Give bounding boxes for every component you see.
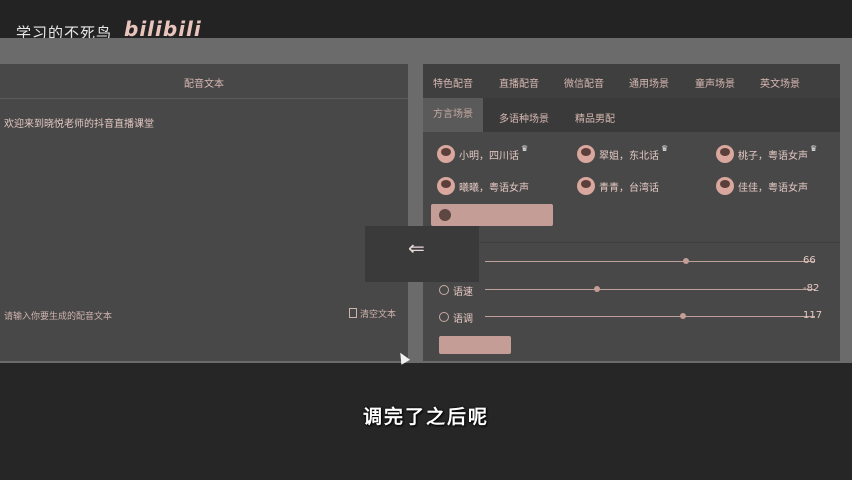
tab-child[interactable]: 童声场景 bbox=[695, 75, 735, 90]
voice-name: 小明，四川话 bbox=[459, 150, 519, 162]
pitch-slider-handle[interactable] bbox=[680, 313, 686, 319]
speed-slider-handle[interactable] bbox=[594, 286, 601, 292]
video-subtitle: 调完了之后呢 bbox=[362, 406, 489, 428]
subscene-tabs: 方言场景 多语种场景 精品男配 bbox=[423, 98, 840, 132]
avatar bbox=[439, 209, 451, 221]
tab-featured[interactable]: 特色配音 bbox=[433, 75, 473, 90]
crown-icon: ♛ bbox=[810, 143, 818, 153]
avatar bbox=[716, 177, 734, 195]
pitch-slider[interactable] bbox=[485, 316, 815, 317]
voice-option[interactable]: 曦曦，粤语女声 bbox=[437, 175, 529, 197]
arrow-left-icon[interactable]: ⇐ bbox=[408, 236, 425, 260]
tab-english[interactable]: 英文场景 bbox=[760, 75, 800, 90]
volume-slider-handle[interactable] bbox=[683, 258, 690, 264]
voice-settings-panel: 特色配音 直播配音 微信配音 通用场景 童声场景 英文场景 方言场景 多语种场景… bbox=[423, 64, 840, 361]
speed-slider[interactable] bbox=[485, 289, 815, 290]
crown-icon: ♛ bbox=[521, 143, 529, 153]
input-hint: 请输入你要生成的配音文本 bbox=[4, 312, 113, 322]
pitch-value: 117 bbox=[803, 310, 823, 321]
avatar bbox=[437, 145, 455, 163]
avatar bbox=[577, 145, 595, 163]
pitch-radio[interactable] bbox=[439, 312, 449, 322]
voice-option[interactable]: 桃子，粤语女声 ♛ bbox=[716, 143, 817, 165]
tab-multilingual[interactable]: 多语种场景 bbox=[499, 110, 549, 125]
panel-header: 配音文本 bbox=[0, 64, 408, 99]
tab-live[interactable]: 直播配音 bbox=[499, 75, 539, 90]
speed-value: -82 bbox=[803, 283, 820, 294]
pitch-label: 语调 bbox=[453, 314, 473, 325]
voice-option[interactable]: 青青，台湾话 bbox=[577, 175, 659, 197]
speed-slider-row: 语速 -82 bbox=[439, 282, 835, 298]
voice-name: 佳佳，粤语女声 bbox=[738, 182, 808, 194]
video-top-bar: 学习的不死鸟 bilibili bbox=[0, 0, 852, 42]
voice-option[interactable]: 小明，四川话 ♛ bbox=[437, 143, 528, 165]
speed-radio[interactable] bbox=[439, 285, 449, 295]
selected-voice-button[interactable] bbox=[431, 204, 553, 226]
pitch-slider-row: 语调 117 bbox=[439, 309, 835, 325]
voice-name: 翠姐，东北话 bbox=[599, 150, 659, 162]
voice-name: 桃子，粤语女声 bbox=[738, 150, 808, 162]
tab-wechat[interactable]: 微信配音 bbox=[564, 75, 604, 90]
tab-dialect[interactable]: 方言场景 bbox=[423, 98, 483, 132]
clear-text-button[interactable]: 清空文本 bbox=[348, 307, 396, 320]
volume-value: 66 bbox=[803, 255, 816, 266]
scene-tabs: 特色配音 直播配音 微信配音 通用场景 童声场景 英文场景 bbox=[423, 64, 840, 98]
avatar bbox=[437, 177, 455, 195]
speed-label: 语速 bbox=[453, 287, 473, 298]
volume-slider-row: 音量 66 bbox=[439, 254, 835, 270]
tab-premium-male[interactable]: 精品男配 bbox=[575, 110, 615, 125]
action-button[interactable] bbox=[439, 336, 511, 354]
dubbing-text-input[interactable]: 欢迎来到晓悦老师的抖音直播课堂 bbox=[4, 115, 154, 130]
voice-option[interactable]: 佳佳，粤语女声 bbox=[716, 175, 808, 197]
crown-icon: ♛ bbox=[661, 143, 669, 153]
voice-name: 青青，台湾话 bbox=[599, 182, 659, 194]
avatar bbox=[716, 145, 734, 163]
document-icon bbox=[348, 308, 357, 318]
voice-option[interactable]: 翠姐，东北话 ♛ bbox=[577, 143, 668, 165]
divider bbox=[423, 242, 840, 243]
voice-name: 曦曦，粤语女声 bbox=[459, 182, 529, 194]
panel-title: 配音文本 bbox=[184, 79, 224, 90]
avatar bbox=[577, 177, 595, 195]
dubbing-text-panel: 配音文本 欢迎来到晓悦老师的抖音直播课堂 请输入你要生成的配音文本 清空文本 bbox=[0, 64, 408, 361]
clear-text-label: 清空文本 bbox=[359, 310, 396, 320]
tab-general[interactable]: 通用场景 bbox=[629, 75, 669, 90]
volume-slider[interactable] bbox=[485, 261, 815, 262]
